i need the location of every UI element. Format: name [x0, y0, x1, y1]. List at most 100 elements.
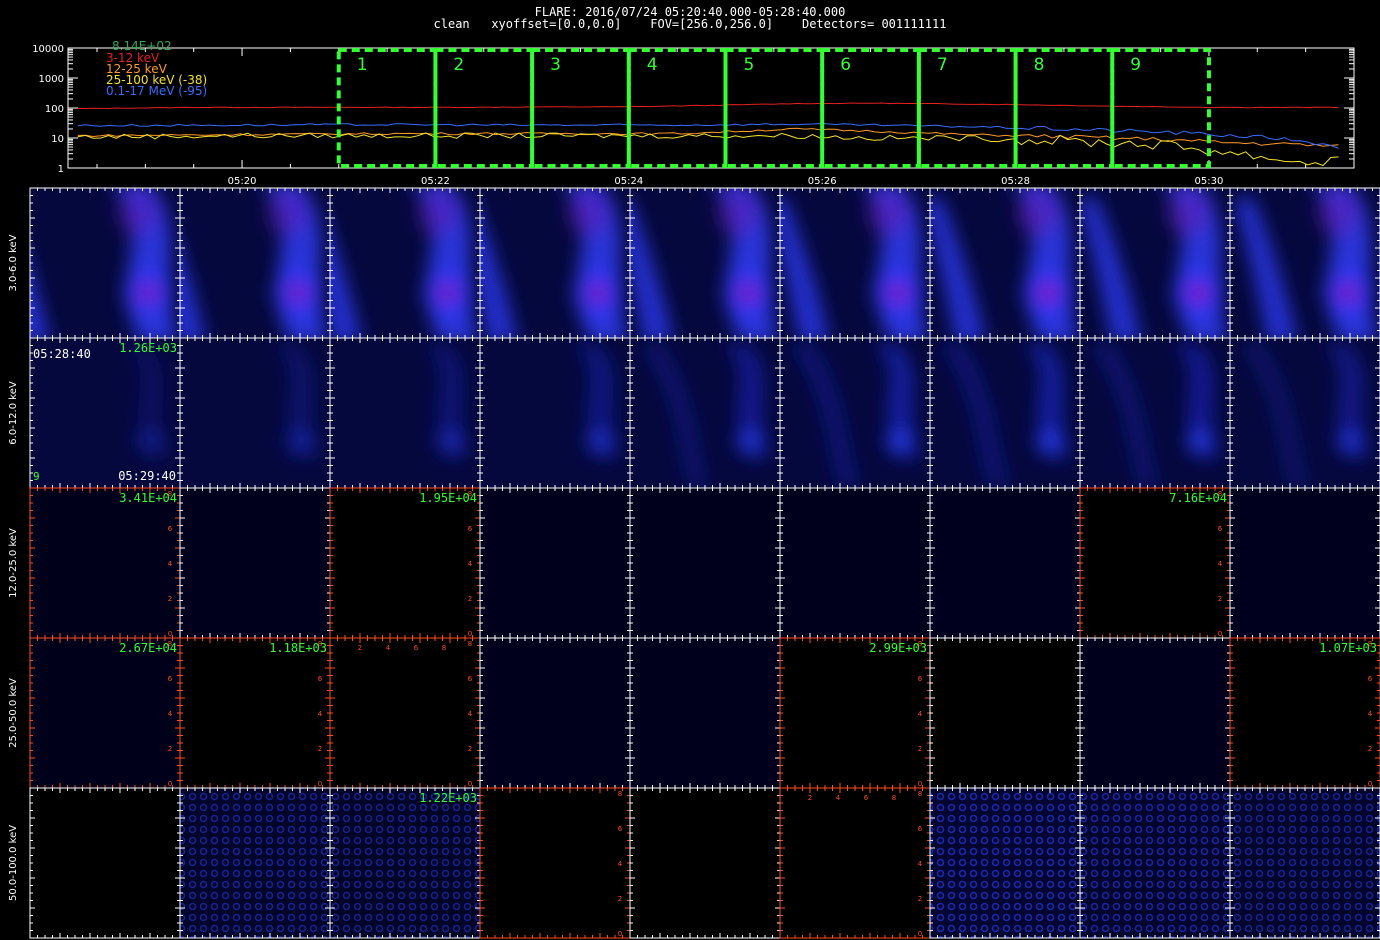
axis-tick-label: 2 — [358, 644, 362, 652]
image-cell: 8 6 4 2 0 2 4 6 8 — [779, 787, 931, 939]
axis-tick-label: 4 — [1368, 710, 1373, 718]
image-background — [1230, 788, 1380, 938]
axis-tick-label: 4 — [318, 710, 323, 718]
source-upper — [1018, 191, 1058, 235]
axis-tick-label: 0 — [468, 630, 472, 638]
image-grid: 3.0-6.0 keV 6.0-12.0 keV 1.26E+03 12.0-25.0… — [8, 187, 1380, 939]
x-tick-label: 05:20 — [228, 176, 257, 186]
source-dim — [580, 421, 620, 461]
axis-tick-label: 4 — [468, 560, 473, 568]
y-tick-label: 10000 — [32, 44, 64, 55]
axis-tick-label: 0 — [1368, 780, 1372, 788]
axis-tick-label: 0 — [168, 780, 172, 788]
axis-tick-label: 6 — [468, 675, 473, 683]
image-background — [780, 488, 930, 638]
interval-box — [626, 48, 728, 168]
axis-tick-label: 4 — [836, 794, 841, 802]
image-cell — [479, 637, 631, 789]
image-cell — [929, 337, 1081, 489]
interval-label: 3 — [550, 55, 561, 75]
source-upper — [418, 191, 458, 235]
image-background — [180, 788, 330, 938]
plot-header: FLARE: 2016/07/24 05:20:40.000-05:28:40.… — [0, 0, 1380, 40]
source-upper — [1318, 191, 1358, 235]
peak-value-label: 1.07E+03 — [1319, 641, 1377, 655]
source-dim — [880, 421, 920, 461]
image-cell: 1.22E+03 — [329, 787, 481, 939]
axis-tick-label: 0 — [1218, 630, 1222, 638]
axis-tick-label: 4 — [1218, 560, 1223, 568]
image-background — [930, 488, 1080, 638]
axis-tick-label: 8 — [618, 790, 622, 798]
source-bright — [720, 265, 776, 321]
image-cell: 864203.41E+04 — [29, 487, 181, 639]
interval-box — [433, 48, 535, 168]
image-cell — [179, 337, 331, 489]
axis-tick-label: 2 — [918, 745, 922, 753]
axis-tick-label: 8 — [892, 794, 896, 802]
axis-tick-label: 4 — [386, 644, 391, 652]
lightcurve-panel: 1 10 100 1000 10000 05:20 05:22 05:24 05:26 05:28… — [32, 40, 1355, 186]
x-tick-label: 05:30 — [1195, 176, 1224, 186]
energy-row-label: 50.0-100.0 keV — [8, 825, 19, 901]
image-cell — [1229, 487, 1380, 639]
source-upper — [868, 191, 908, 235]
interval-label: 5 — [744, 55, 755, 75]
source-dim — [1330, 421, 1370, 461]
interval-box — [723, 48, 825, 168]
image-cell — [29, 187, 181, 339]
axis-tick-label: 4 — [918, 710, 923, 718]
peak-value-label: 1.18E+03 — [269, 641, 327, 655]
axis-tick-label: 4 — [918, 860, 923, 868]
image-background — [630, 638, 780, 788]
axis-tick-label: 4 — [168, 710, 173, 718]
image-cell — [329, 337, 481, 489]
x-tick-label: 05:26 — [808, 176, 837, 186]
image-cell — [629, 187, 781, 339]
image-background — [1080, 488, 1230, 638]
axis-tick-label: 0 — [618, 930, 622, 938]
image-background — [1230, 488, 1380, 638]
image-background — [180, 488, 330, 638]
source-bright — [1320, 265, 1376, 321]
axis-tick-label: 0 — [168, 630, 172, 638]
imaging-parameters: clean xyoffset=[0.0,0.0] FOV=[256.0,256.… — [433, 17, 947, 31]
axis-tick-label: 2 — [808, 794, 812, 802]
interval-box — [1013, 48, 1115, 168]
image-cell — [1229, 787, 1380, 939]
axis-tick-label: 2 — [468, 745, 472, 753]
source-dim — [280, 421, 320, 461]
image-background — [630, 488, 780, 638]
interval-end-time: 05:29:40 — [118, 469, 176, 483]
image-cell: 864202.99E+03 — [779, 637, 931, 789]
source-dim — [1180, 421, 1220, 461]
image-background — [480, 638, 630, 788]
image-cell — [479, 487, 631, 639]
image-cell — [179, 487, 331, 639]
legend-entry: 0.1-17 MeV (-95) — [106, 84, 207, 98]
series-line — [77, 132, 1339, 167]
image-background — [30, 638, 180, 788]
axis-tick-label: 2 — [318, 745, 322, 753]
axis-tick-label: 2 — [1218, 595, 1222, 603]
source-bright — [870, 265, 926, 321]
peak-value-label: 7.16E+04 — [1169, 491, 1227, 505]
image-background — [330, 488, 480, 638]
interval-number: 9 — [33, 470, 40, 483]
source-dim — [730, 421, 770, 461]
image-background — [330, 788, 480, 938]
y-tick-label: 10 — [51, 134, 64, 145]
series-line — [77, 102, 1339, 110]
source-bright — [570, 265, 626, 321]
image-cell — [779, 187, 931, 339]
energy-row-label: 6.0-12.0 keV — [8, 381, 19, 445]
axis-tick-label: 6 — [864, 794, 869, 802]
source-upper — [268, 191, 308, 235]
peak-value-label: 1.26E+03 — [119, 341, 177, 355]
axis-tick-label: 4 — [468, 710, 473, 718]
image-cell — [629, 337, 781, 489]
axis-tick-label: 2 — [918, 895, 922, 903]
source-bright — [270, 265, 326, 321]
axis-tick-label: 2 — [168, 745, 172, 753]
peak-value-label: 3.41E+04 — [119, 491, 177, 505]
